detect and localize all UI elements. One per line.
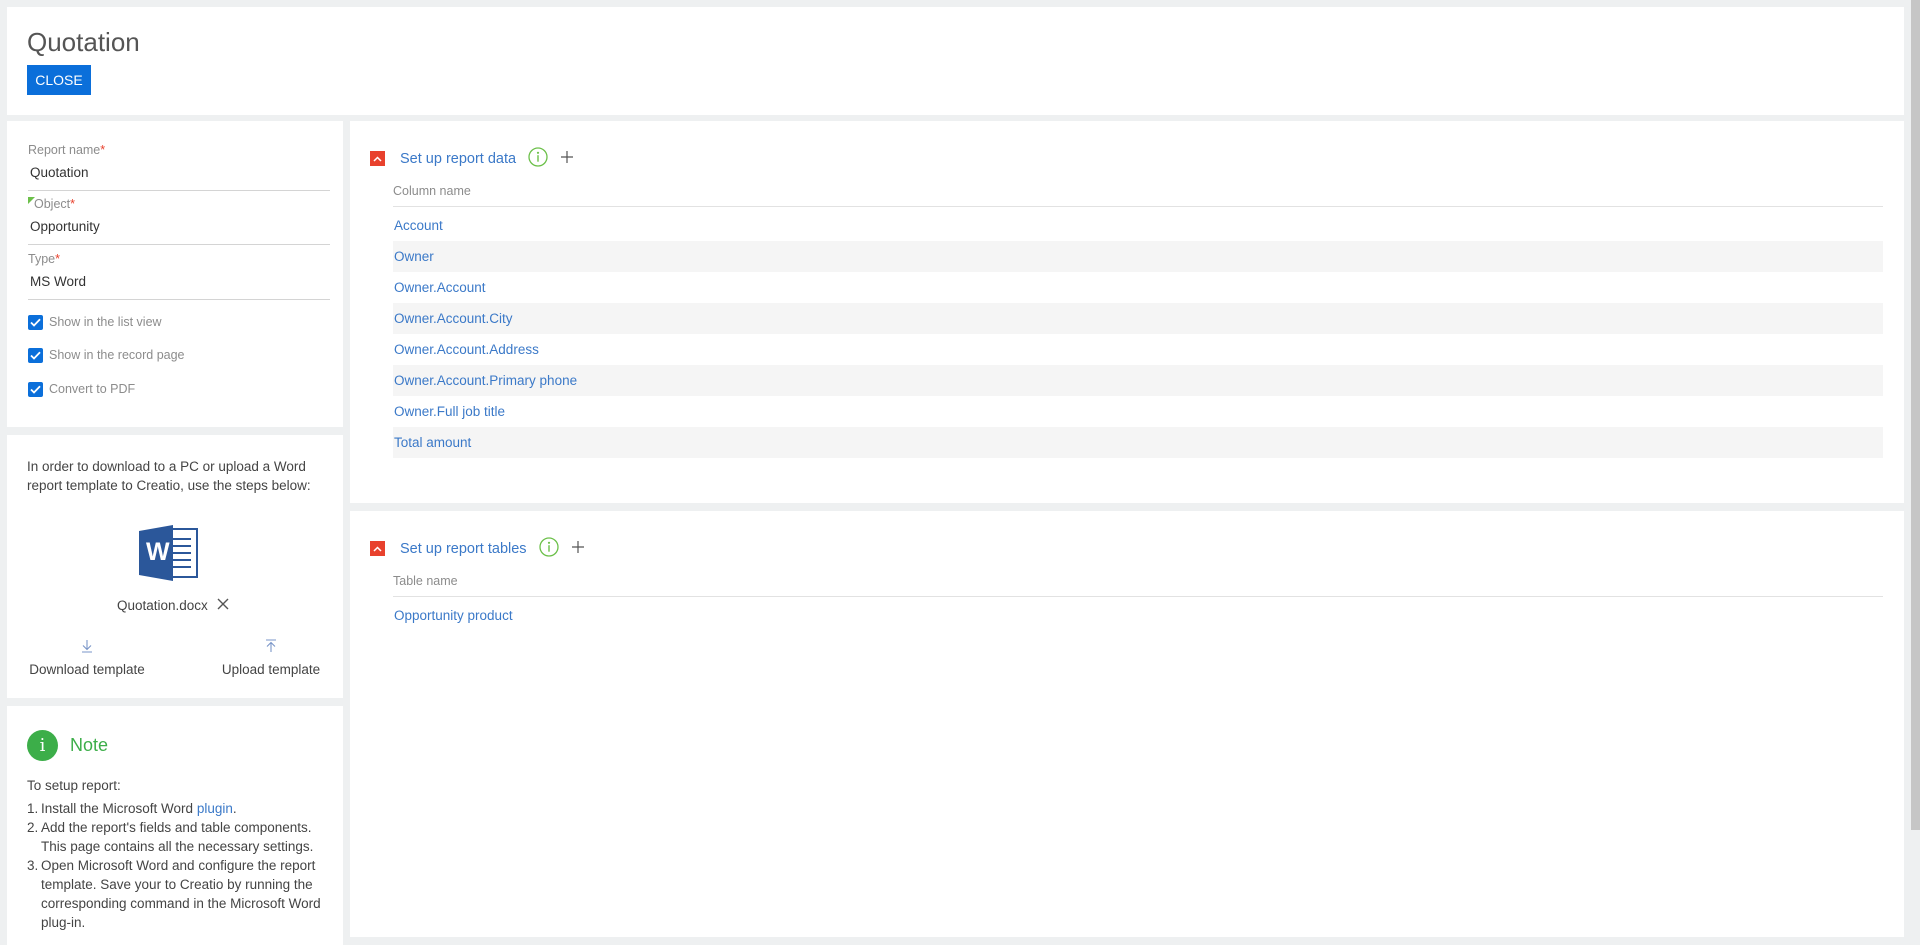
report-data-title[interactable]: Set up report data <box>400 151 516 167</box>
page-title: Quotation <box>27 27 140 57</box>
list-item: 2. Add the report's fields and table com… <box>27 820 314 854</box>
upload-icon <box>220 639 322 656</box>
checkbox-checked-icon[interactable] <box>28 314 43 330</box>
table-name-header: Table name <box>393 574 1883 597</box>
report-tables-panel: Set up report tables Table name Opportun… <box>350 511 1904 937</box>
object-label: Object <box>34 197 71 211</box>
table-row[interactable]: Opportunity product <box>393 600 1883 631</box>
table-row[interactable]: Owner.Account.City <box>393 303 1883 334</box>
info-circle-icon[interactable] <box>528 147 548 170</box>
page-scrollbar[interactable] <box>1911 0 1920 830</box>
download-icon <box>27 639 147 656</box>
show-in-list-view-checkbox[interactable]: Show in the list view <box>28 313 162 331</box>
report-tables-title[interactable]: Set up report tables <box>400 541 527 557</box>
note-header: i Note <box>27 730 108 761</box>
word-icon-letter: W <box>146 538 170 566</box>
add-icon[interactable] <box>571 540 585 557</box>
checkbox-label: Show in the list view <box>49 315 162 329</box>
plugin-link[interactable]: plugin <box>197 801 233 816</box>
required-marker: * <box>100 143 106 157</box>
report-data-panel: Set up report data Column name Account O… <box>350 121 1904 503</box>
close-button[interactable]: CLOSE <box>27 65 91 95</box>
report-data-header: Set up report data <box>370 147 574 170</box>
template-filename: Quotation.docx <box>117 598 208 613</box>
table-row[interactable]: Owner.Account.Primary phone <box>393 365 1883 396</box>
note-title: Note <box>70 735 109 755</box>
type-label: Type <box>28 252 56 266</box>
convert-to-pdf-checkbox[interactable]: Convert to PDF <box>28 380 135 398</box>
object-field[interactable]: Object* Opportunity <box>28 197 330 245</box>
template-panel: In order to download to a PC or upload a… <box>7 435 343 698</box>
page-header: Quotation CLOSE <box>7 7 1904 115</box>
upload-template-button[interactable]: Upload template <box>220 639 322 677</box>
type-field[interactable]: Type* MS Word <box>28 252 330 300</box>
download-template-button[interactable]: Download template <box>27 639 147 677</box>
note-panel: i Note To setup report: 1. Install the M… <box>7 706 343 945</box>
required-marker: * <box>70 197 76 211</box>
table-row[interactable]: Owner.Account.Address <box>393 334 1883 365</box>
remove-file-icon[interactable] <box>217 598 229 613</box>
checkbox-checked-icon[interactable] <box>28 347 43 363</box>
report-data-rows: Account Owner Owner.Account Owner.Accoun… <box>393 210 1883 458</box>
report-tables-header: Set up report tables <box>370 537 585 560</box>
object-value[interactable]: Opportunity <box>30 219 100 234</box>
required-marker: * <box>55 252 60 266</box>
checkbox-label: Convert to PDF <box>49 382 136 396</box>
info-circle-icon[interactable] <box>538 537 559 560</box>
add-icon[interactable] <box>560 150 574 167</box>
report-name-value[interactable]: Quotation <box>30 165 89 180</box>
column-name-header: Column name <box>393 184 1883 207</box>
table-row[interactable]: Owner.Full job title <box>393 396 1883 427</box>
report-name-field[interactable]: Report name* Quotation <box>28 143 330 191</box>
table-row[interactable]: Account <box>393 210 1883 241</box>
table-row[interactable]: Owner.Account <box>393 272 1883 303</box>
report-tables-rows: Opportunity product <box>393 600 1883 631</box>
checkbox-label: Show in the record page <box>49 348 185 362</box>
template-file: Quotation.docx <box>117 598 229 613</box>
word-document-icon: W <box>139 523 201 583</box>
show-in-record-page-checkbox[interactable]: Show in the record page <box>28 346 185 364</box>
upload-template-label: Upload template <box>221 662 321 677</box>
type-value[interactable]: MS Word <box>30 274 86 289</box>
table-row[interactable]: Total amount <box>393 427 1883 458</box>
info-icon: i <box>27 730 58 761</box>
template-instructions: In order to download to a PC or upload a… <box>27 459 311 493</box>
table-row[interactable]: Owner <box>393 241 1883 272</box>
collapse-icon[interactable] <box>370 541 385 556</box>
list-item: 3. Open Microsoft Word and configure the… <box>27 858 321 930</box>
note-intro: To setup report: <box>27 778 121 793</box>
note-steps: 1. Install the Microsoft Word plugin. 2.… <box>27 799 332 932</box>
report-name-label: Report name <box>28 143 101 157</box>
checkbox-checked-icon[interactable] <box>28 381 43 397</box>
report-properties-panel: Report name* Quotation Object* Opportuni… <box>7 121 343 427</box>
collapse-icon[interactable] <box>370 151 385 166</box>
download-template-label: Download template <box>29 662 145 677</box>
list-item: 1. Install the Microsoft Word plugin. <box>27 801 237 816</box>
